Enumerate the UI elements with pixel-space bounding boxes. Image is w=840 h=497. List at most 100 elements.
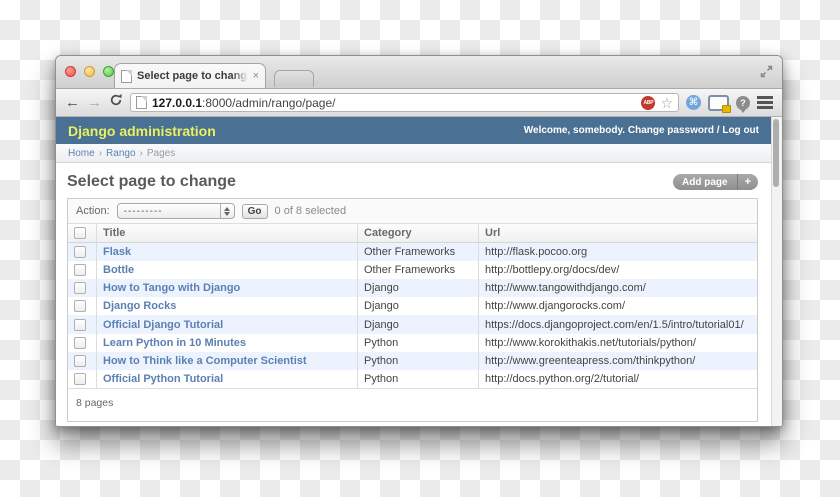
row-checkbox-cell bbox=[68, 243, 97, 262]
table-header-row: Title Category Url bbox=[68, 224, 757, 244]
close-window-button[interactable] bbox=[65, 66, 76, 77]
page-title-cell: Django Rocks bbox=[96, 297, 358, 316]
scrollbar-thumb[interactable] bbox=[773, 119, 779, 187]
row-checkbox[interactable] bbox=[74, 318, 86, 331]
tab-favicon-page-icon bbox=[121, 69, 132, 83]
table-row: Bottle Other Frameworks http://bottlepy.or… bbox=[68, 261, 757, 280]
column-header-url[interactable]: Url bbox=[478, 224, 757, 244]
row-checkbox[interactable] bbox=[74, 246, 86, 259]
column-header-category[interactable]: Category bbox=[357, 224, 479, 244]
column-header-title[interactable]: Title bbox=[96, 224, 358, 244]
new-tab-button[interactable] bbox=[274, 70, 314, 87]
row-checkbox-cell bbox=[68, 352, 97, 370]
page-category-cell: Django bbox=[357, 297, 479, 316]
pages-table-body: Flask Other Frameworks http://flask.pocoo.… bbox=[68, 242, 757, 389]
changelist-content: Select page to change Add page + Action:… bbox=[56, 163, 771, 426]
browser-tab[interactable]: Select page to change | Dj × bbox=[114, 63, 266, 88]
select-all-cell bbox=[68, 224, 97, 244]
page-title-link[interactable]: Official Python Tutorial bbox=[103, 373, 223, 385]
row-checkbox-cell bbox=[68, 334, 97, 352]
page-url-cell: http://flask.pocoo.org bbox=[478, 242, 757, 262]
page-url-cell: http://www.tangowithdjango.com/ bbox=[478, 279, 757, 298]
change-password-link[interactable]: Change password bbox=[628, 125, 714, 136]
row-checkbox[interactable] bbox=[74, 354, 86, 367]
user-tools-separator: / bbox=[716, 125, 720, 136]
bookmark-star-icon[interactable]: ☆ bbox=[660, 96, 673, 110]
django-admin-page: Django administration Welcome, somebody.… bbox=[56, 117, 771, 426]
reload-icon[interactable] bbox=[109, 93, 123, 112]
row-checkbox[interactable] bbox=[74, 336, 86, 349]
help-pin-icon[interactable]: ? bbox=[736, 95, 750, 113]
page-category-cell: Python bbox=[357, 369, 479, 389]
tab-close-icon[interactable]: × bbox=[253, 70, 259, 82]
add-page-button[interactable]: Add page + bbox=[673, 174, 758, 190]
adblock-plus-icon[interactable]: ABP bbox=[641, 95, 656, 110]
fullscreen-expand-icon[interactable] bbox=[760, 65, 773, 83]
page-title-link[interactable]: Official Django Tutorial bbox=[103, 319, 223, 331]
command-extension-icon[interactable]: ⌘ bbox=[686, 95, 701, 110]
paginator: 8 pages bbox=[76, 396, 114, 409]
page-title-cell: Official Python Tutorial bbox=[96, 369, 358, 389]
breadcrumb-rango-link[interactable]: Rango bbox=[106, 148, 135, 159]
page-title-link[interactable]: How to Think like a Computer Scientist bbox=[103, 355, 307, 367]
address-bar[interactable]: 127.0.0.1:8000/admin/rango/page/ ABP ☆ bbox=[130, 93, 679, 112]
row-checkbox[interactable] bbox=[74, 264, 86, 277]
browser-window: Select page to change | Dj × ← → 127.0.0… bbox=[55, 55, 783, 427]
admin-header: Django administration Welcome, somebody.… bbox=[56, 117, 771, 144]
window-titlebar[interactable]: Select page to change | Dj × bbox=[56, 56, 782, 89]
table-row: How to Think like a Computer Scientist Py… bbox=[68, 351, 757, 370]
breadcrumb-separator: › bbox=[98, 147, 103, 159]
page-category-cell: Other Frameworks bbox=[357, 261, 479, 280]
row-checkbox-cell bbox=[68, 279, 97, 297]
breadcrumb-separator: › bbox=[139, 147, 143, 159]
browser-toolbar: ← → 127.0.0.1:8000/admin/rango/page/ ABP… bbox=[56, 89, 782, 117]
page-title-link[interactable]: Django Rocks bbox=[103, 300, 176, 312]
page-title-link[interactable]: Bottle bbox=[103, 264, 134, 276]
forward-icon[interactable]: → bbox=[87, 95, 102, 110]
row-checkbox[interactable] bbox=[74, 300, 86, 313]
action-label: Action: bbox=[76, 205, 110, 217]
back-icon[interactable]: ← bbox=[65, 95, 80, 110]
page-title-link[interactable]: Learn Python in 10 Minutes bbox=[103, 337, 246, 349]
action-selected-value: --------- bbox=[123, 205, 163, 217]
screenshot-extension-icon[interactable] bbox=[708, 94, 731, 113]
site-branding-link[interactable]: Django administration bbox=[68, 123, 216, 139]
breadcrumb: Home › Rango › Pages bbox=[56, 144, 771, 163]
page-security-icon[interactable] bbox=[136, 96, 147, 109]
page-title-link[interactable]: Flask bbox=[103, 246, 131, 258]
page-category-cell: Django bbox=[357, 279, 479, 298]
actions-bar: Action: --------- Go 0 of 8 selected bbox=[68, 199, 757, 224]
go-button[interactable]: Go bbox=[241, 203, 268, 219]
page-url-cell: http://docs.python.org/2/tutorial/ bbox=[478, 369, 757, 389]
row-checkbox[interactable] bbox=[74, 282, 86, 295]
table-row: Official Python Tutorial Python http://doc… bbox=[68, 369, 757, 389]
zoom-window-button[interactable] bbox=[103, 66, 114, 77]
page-category-cell: Python bbox=[357, 333, 479, 352]
page-title-cell: How to Tango with Django bbox=[96, 279, 358, 298]
chrome-menu-icon[interactable] bbox=[757, 96, 773, 99]
row-checkbox[interactable] bbox=[74, 372, 86, 385]
url-text[interactable]: 127.0.0.1:8000/admin/rango/page/ bbox=[152, 96, 636, 110]
action-select[interactable]: --------- bbox=[116, 203, 235, 219]
minimize-window-button[interactable] bbox=[84, 66, 95, 77]
page-scrollbar[interactable] bbox=[771, 117, 782, 426]
url-path: :8000/admin/rango/page/ bbox=[202, 95, 336, 110]
browser-viewport: Django administration Welcome, somebody.… bbox=[56, 117, 782, 426]
table-row: How to Tango with Django Django http://www… bbox=[68, 279, 757, 298]
welcome-text: Welcome, bbox=[523, 125, 571, 136]
url-host: 127.0.0.1 bbox=[152, 95, 203, 110]
page-url-cell: http://www.korokithakis.net/tutorials/py… bbox=[478, 333, 757, 352]
select-arrows-icon bbox=[219, 204, 234, 218]
page-url-cell: https://docs.djangoproject.com/en/1.5/in… bbox=[478, 315, 757, 334]
page-title: Select page to change bbox=[67, 173, 236, 190]
page-title-link[interactable]: How to Tango with Django bbox=[103, 282, 240, 294]
page-category-cell: Django bbox=[357, 315, 479, 334]
logout-link[interactable]: Log out bbox=[722, 125, 759, 136]
breadcrumb-home-link[interactable]: Home bbox=[68, 148, 95, 159]
selection-counter: 0 of 8 selected bbox=[274, 205, 347, 217]
tab-title: Select page to change | Dj bbox=[137, 70, 248, 82]
select-all-checkbox[interactable] bbox=[74, 227, 86, 240]
table-row: Learn Python in 10 Minutes Python http://w… bbox=[68, 333, 757, 352]
row-checkbox-cell bbox=[68, 297, 97, 315]
user-tools: Welcome, somebody. Change password / Log… bbox=[524, 125, 759, 136]
